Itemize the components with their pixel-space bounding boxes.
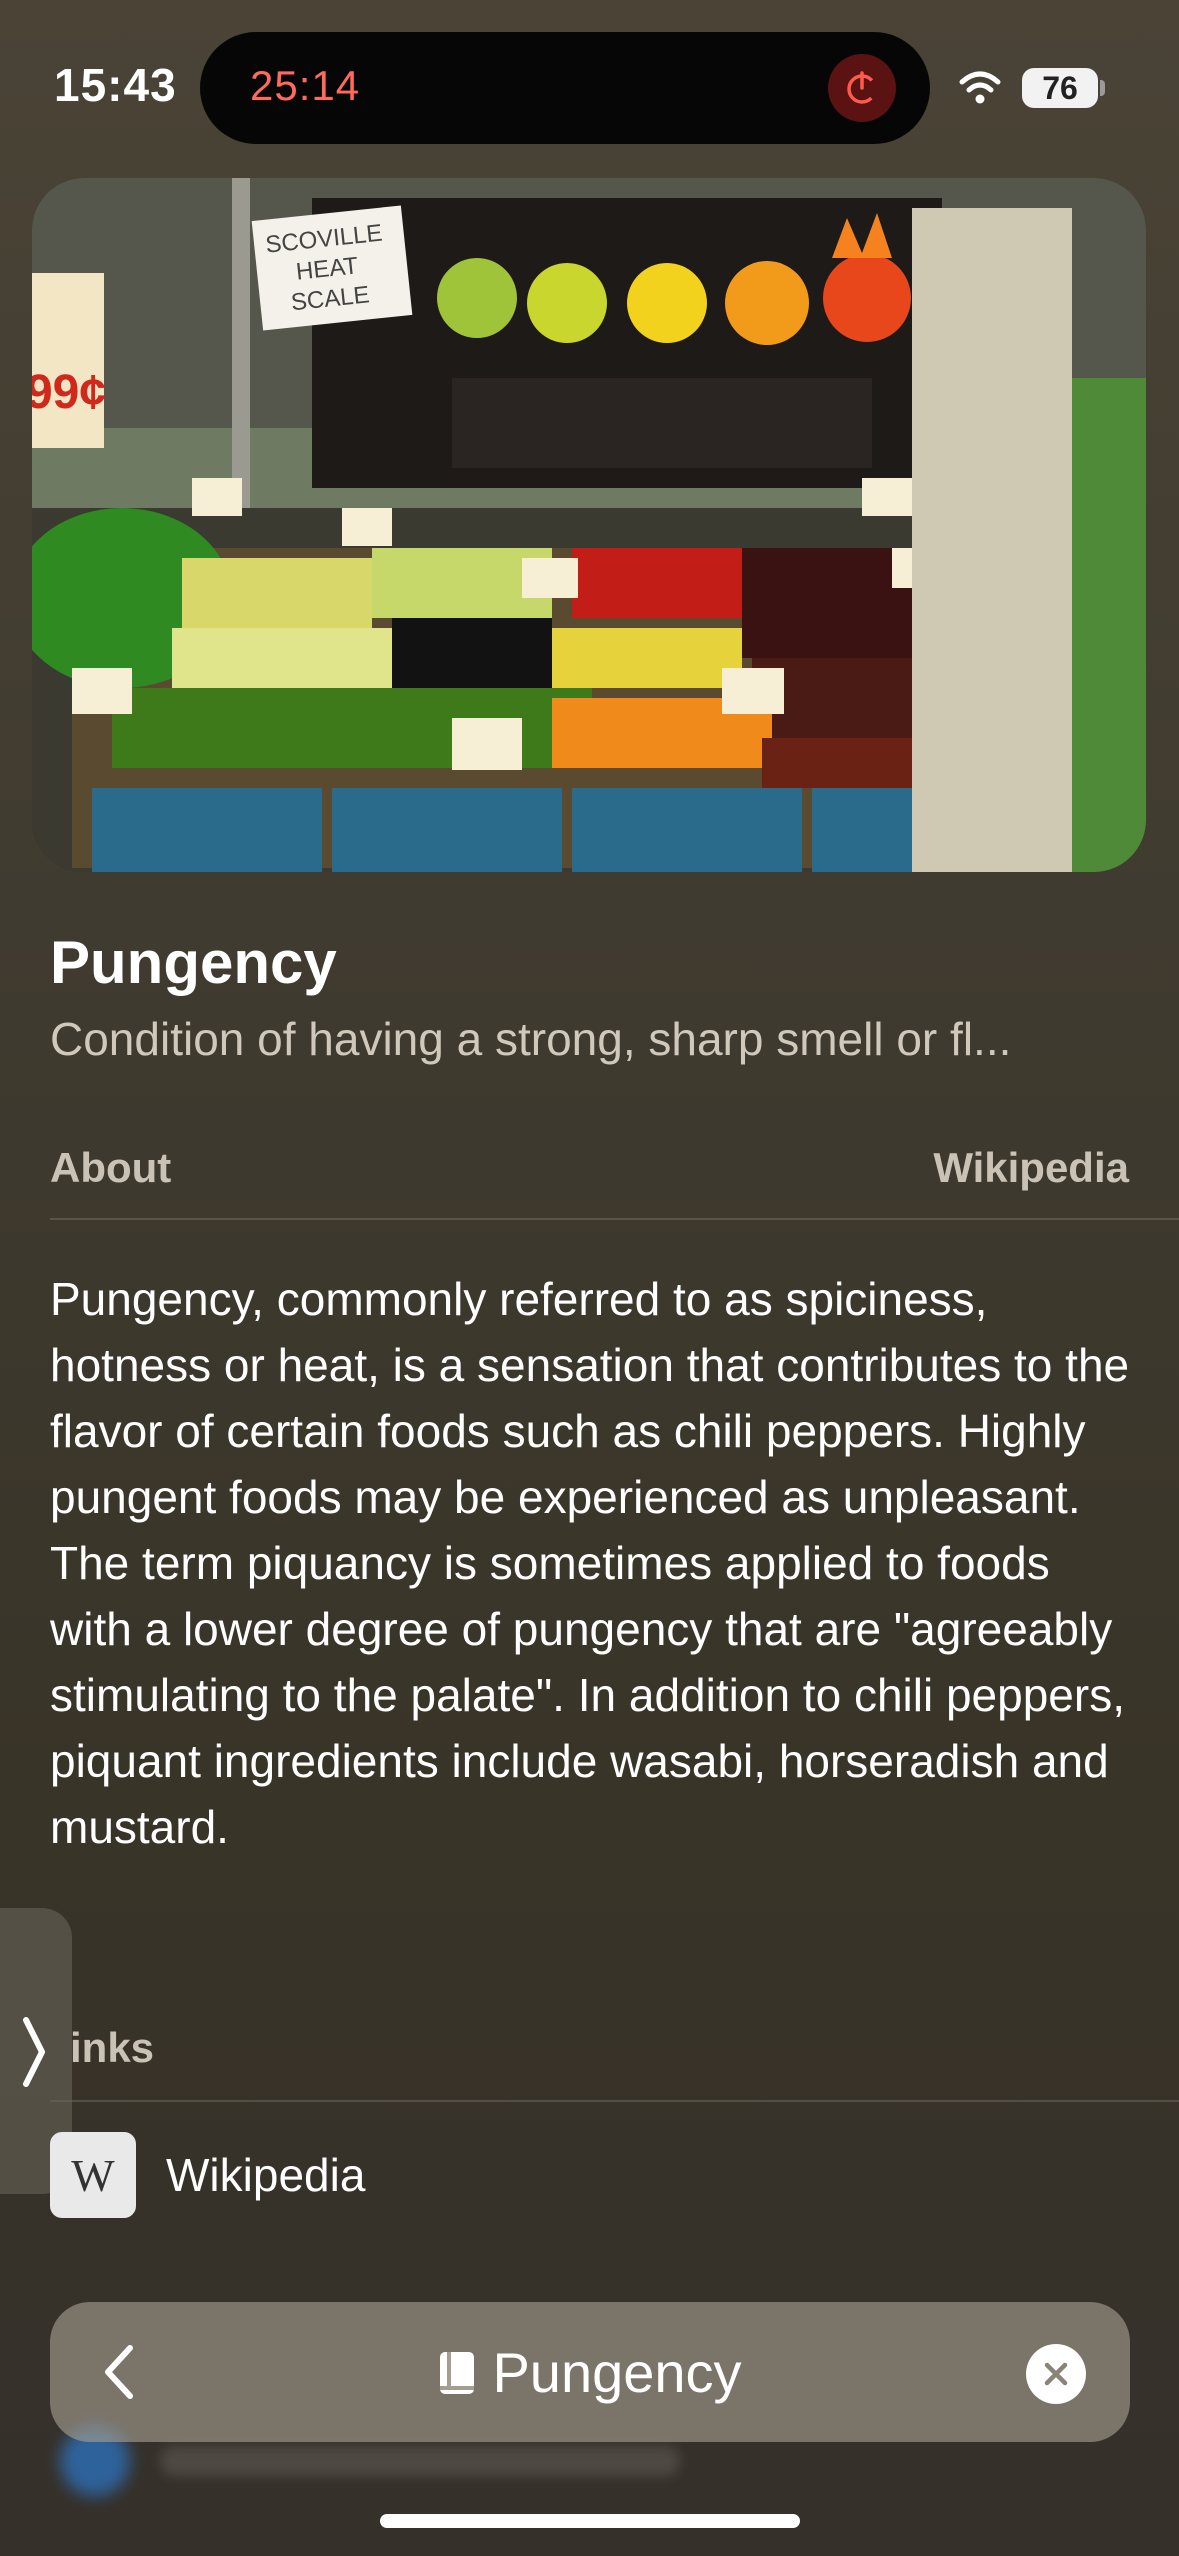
home-indicator[interactable] xyxy=(380,2514,800,2528)
article-body: Pungency, commonly referred to as spicin… xyxy=(50,1273,1130,1853)
about-section-header: About Wikipedia xyxy=(50,1144,1129,1194)
divider xyxy=(50,2100,1179,2102)
links-label: inks xyxy=(70,2024,155,2071)
battery-nub xyxy=(1100,80,1105,96)
wikipedia-icon: W xyxy=(50,2132,136,2218)
book-icon xyxy=(438,2344,476,2409)
source-label[interactable]: Wikipedia xyxy=(933,1144,1129,1192)
hero-price-sign: 99¢ xyxy=(32,366,106,419)
hero-image: 99¢ SCOVILLE HEAT SCALE xyxy=(32,178,1146,872)
toolbar-title-text: Pungency xyxy=(492,2341,742,2404)
status-time: 15:43 xyxy=(54,59,177,111)
toolbar-title[interactable]: Pungency xyxy=(50,2340,1130,2409)
bottom-toolbar: Pungency xyxy=(50,2302,1130,2442)
divider xyxy=(50,1218,1179,1220)
power-icon[interactable] xyxy=(828,54,896,122)
battery-level: 76 xyxy=(1042,69,1078,106)
close-icon xyxy=(1044,2362,1068,2386)
link-label: Wikipedia xyxy=(166,2149,366,2201)
chevron-right-icon xyxy=(23,2017,45,2087)
battery-indicator: 76 xyxy=(1022,68,1098,108)
article-subtitle: Condition of having a strong, sharp smel… xyxy=(50,1013,1012,1065)
island-timer: 25:14 xyxy=(250,62,361,109)
article-title: Pungency xyxy=(50,929,337,996)
link-item-wikipedia[interactable]: W Wikipedia xyxy=(50,2132,850,2218)
close-button[interactable] xyxy=(1026,2344,1086,2404)
about-label: About xyxy=(50,1144,172,1191)
wifi-icon xyxy=(958,70,1002,111)
blurred-text xyxy=(160,2446,680,2476)
